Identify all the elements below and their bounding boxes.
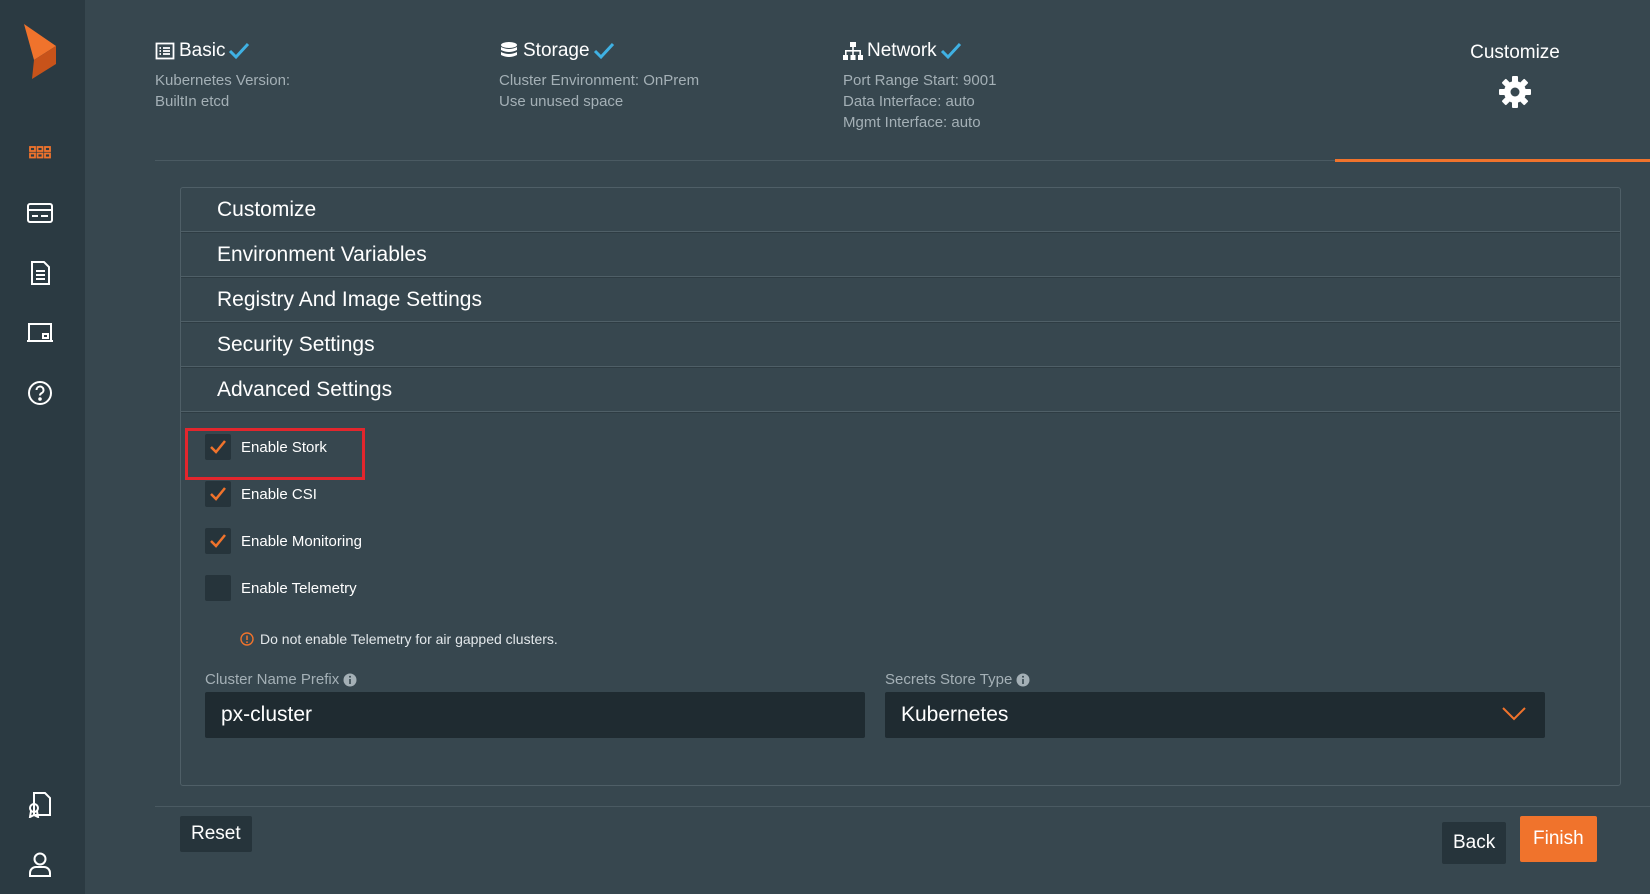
portworx-logo[interactable] bbox=[24, 24, 56, 79]
user-icon[interactable] bbox=[24, 848, 56, 880]
monitor-icon[interactable] bbox=[24, 317, 56, 349]
checkmark-icon bbox=[210, 534, 226, 548]
license-icon[interactable] bbox=[24, 788, 56, 820]
enable-monitoring-checkbox[interactable]: Enable Monitoring bbox=[205, 526, 362, 556]
reset-button[interactable]: Reset bbox=[180, 816, 252, 852]
chevron-down-icon bbox=[1502, 707, 1526, 721]
main-content: Basic Kubernetes Version: BuiltIn etcd S… bbox=[85, 0, 1650, 894]
finish-button[interactable]: Finish bbox=[1520, 816, 1597, 862]
back-button[interactable]: Back bbox=[1442, 822, 1507, 864]
grid-icon[interactable] bbox=[24, 136, 56, 168]
secrets-store-type-select[interactable]: Kubernetes bbox=[885, 692, 1545, 738]
highlight-box bbox=[185, 428, 365, 480]
secrets-store-type-label: Secrets Store Type bbox=[885, 671, 1030, 688]
cluster-name-prefix-label: Cluster Name Prefix bbox=[205, 671, 357, 688]
checkmark-icon bbox=[210, 487, 226, 501]
enable-telemetry-checkbox[interactable]: Enable Telemetry bbox=[205, 573, 357, 603]
document-icon[interactable] bbox=[24, 257, 56, 289]
sidebar bbox=[0, 0, 85, 894]
list-icon bbox=[155, 42, 175, 60]
telemetry-warning: Do not enable Telemetry for air gapped c… bbox=[240, 631, 558, 647]
cluster-name-prefix-input[interactable] bbox=[205, 692, 865, 738]
help-icon[interactable] bbox=[24, 377, 56, 409]
warning-text: Do not enable Telemetry for air gapped c… bbox=[260, 631, 558, 647]
info-icon[interactable] bbox=[1016, 673, 1030, 687]
advanced-settings-content: Enable Stork Enable CSI Enable Monitorin… bbox=[180, 0, 1621, 894]
select-value: Kubernetes bbox=[901, 703, 1009, 726]
checkbox-label: Enable Monitoring bbox=[241, 532, 362, 550]
info-circle-icon bbox=[240, 632, 254, 646]
checkbox-label: Enable CSI bbox=[241, 485, 317, 503]
footer-divider bbox=[155, 806, 1650, 807]
card-icon[interactable] bbox=[24, 197, 56, 229]
info-icon[interactable] bbox=[343, 673, 357, 687]
checkbox-label: Enable Telemetry bbox=[241, 579, 357, 597]
enable-csi-checkbox[interactable]: Enable CSI bbox=[205, 479, 317, 509]
